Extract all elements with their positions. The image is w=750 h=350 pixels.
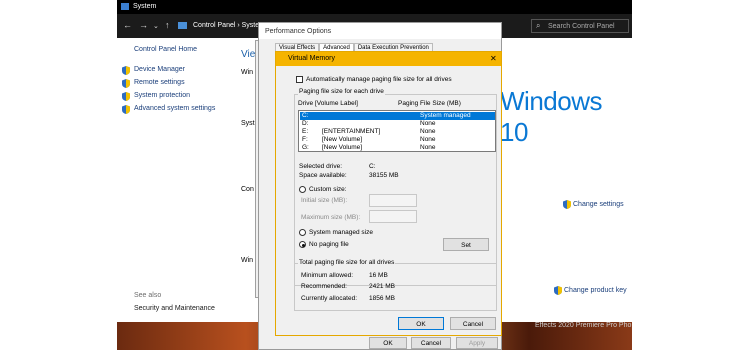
- section-heading-activation: Win: [241, 257, 254, 264]
- section-heading-edition: Win: [241, 69, 254, 76]
- drive-paging-size: None: [420, 136, 436, 143]
- table-row[interactable]: F: [New Volume] None: [300, 136, 495, 144]
- selected-drive-label: Selected drive:: [299, 163, 342, 170]
- window-title: System: [133, 3, 157, 10]
- system-managed-label: System managed size: [309, 229, 373, 236]
- drive-letter: D:: [302, 120, 309, 127]
- total-group-label: Total paging file size for all drives: [298, 259, 396, 266]
- cancel-button[interactable]: Cancel: [450, 317, 496, 330]
- min-allowed-label: Minimum allowed:: [301, 272, 354, 279]
- change-settings-link[interactable]: Change settings: [573, 201, 624, 208]
- control-panel-titlebar: System: [117, 0, 632, 14]
- shield-icon: [122, 79, 130, 90]
- chevron-down-icon[interactable]: ⌄: [153, 22, 159, 30]
- currently-allocated-label: Currently allocated:: [301, 295, 357, 302]
- breadcrumb[interactable]: Control Panel › System: [193, 22, 265, 29]
- back-icon[interactable]: ←: [123, 20, 132, 30]
- custom-size-label: Custom size:: [309, 186, 347, 193]
- size-column-header: Paging File Size (MB): [398, 100, 461, 107]
- initial-size-label: Initial size (MB):: [301, 197, 348, 204]
- space-available-value: 38155 MB: [369, 172, 399, 179]
- shield-icon: [122, 66, 130, 77]
- drive-letter: F:: [302, 136, 308, 143]
- close-icon[interactable]: ✕: [490, 54, 497, 63]
- recommended-value: 2421 MB: [369, 283, 396, 290]
- virtual-memory-titlebar: Virtual Memory ✕: [276, 52, 501, 66]
- table-row[interactable]: C: System managed: [300, 112, 495, 120]
- search-icon: ⌕: [536, 21, 541, 30]
- auto-manage-label: Automatically manage paging file size fo…: [306, 76, 452, 83]
- perf-ok-button[interactable]: OK: [369, 337, 407, 349]
- virtual-memory-dialog: Virtual Memory ✕ Automatically manage pa…: [275, 51, 502, 336]
- auto-manage-checkbox[interactable]: [296, 76, 303, 83]
- performance-options-title: Performance Options: [265, 28, 332, 35]
- perf-apply-button[interactable]: Apply: [456, 337, 498, 349]
- windows-10-logo-text: Windows 10: [500, 86, 602, 147]
- change-product-key-link[interactable]: Change product key: [564, 287, 627, 294]
- min-allowed-value: 16 MB: [369, 272, 388, 279]
- drive-label: [New Volume]: [322, 136, 363, 143]
- system-managed-radio[interactable]: [299, 229, 306, 236]
- recommended-label: Recommended:: [301, 283, 347, 290]
- virtual-memory-title: Virtual Memory: [288, 55, 335, 62]
- drive-column-header: Drive [Volume Label]: [298, 100, 358, 107]
- control-panel-icon: [178, 22, 187, 29]
- page-heading: Vie: [241, 49, 256, 60]
- drive-paging-size: System managed: [420, 112, 471, 119]
- drive-label: [New Volume]: [322, 144, 363, 151]
- no-paging-radio[interactable]: [299, 241, 306, 248]
- search-input[interactable]: Search Control Panel: [531, 19, 629, 33]
- control-panel-home-link[interactable]: Control Panel Home: [134, 46, 197, 53]
- section-heading-computer: Con: [241, 186, 254, 193]
- security-maintenance-link[interactable]: Security and Maintenance: [134, 305, 215, 312]
- sidebar-item-remote-settings[interactable]: Remote settings: [134, 79, 185, 86]
- maximum-size-field[interactable]: [369, 210, 417, 223]
- shield-icon: [122, 105, 130, 116]
- maximum-size-label: Maximum size (MB):: [301, 214, 361, 221]
- sidebar-item-system-protection[interactable]: System protection: [134, 92, 190, 99]
- table-row[interactable]: D: None: [300, 120, 495, 128]
- initial-size-field[interactable]: [369, 194, 417, 207]
- shield-icon: [563, 200, 571, 211]
- ok-button[interactable]: OK: [398, 317, 444, 330]
- drive-label: [ENTERTAINMENT]: [322, 128, 381, 135]
- see-also-label: See also: [134, 292, 162, 299]
- shield-icon: [554, 286, 562, 297]
- perf-cancel-button[interactable]: Cancel: [411, 337, 451, 349]
- forward-icon[interactable]: →: [139, 20, 148, 30]
- drive-paging-size: None: [420, 128, 436, 135]
- drive-letter: C:: [302, 112, 309, 119]
- drive-letter: E:: [302, 128, 309, 135]
- set-button[interactable]: Set: [443, 238, 489, 251]
- table-row[interactable]: G: [New Volume] None: [300, 144, 495, 152]
- sidebar-item-device-manager[interactable]: Device Manager: [134, 66, 185, 73]
- drive-list[interactable]: C: System managed D: None E: [ENTERTAINM…: [298, 110, 496, 152]
- no-paging-label: No paging file: [309, 241, 349, 248]
- system-app-icon: [121, 3, 129, 10]
- shield-icon: [122, 92, 130, 103]
- section-heading-system: Syst: [241, 120, 255, 127]
- drive-paging-size: None: [420, 120, 436, 127]
- paging-group-label: Paging file size for each drive: [298, 88, 385, 95]
- custom-size-radio[interactable]: [299, 186, 306, 193]
- table-row[interactable]: E: [ENTERTAINMENT] None: [300, 128, 495, 136]
- performance-options-titlebar: Performance Options: [259, 23, 501, 39]
- up-icon[interactable]: ↑: [165, 20, 170, 30]
- currently-allocated-value: 1856 MB: [369, 295, 396, 302]
- space-available-label: Space available:: [299, 172, 347, 179]
- sidebar-item-advanced-system-settings[interactable]: Advanced system settings: [134, 105, 215, 112]
- drive-paging-size: None: [420, 144, 436, 151]
- taskbar-app-labels: Effects 2020 Premiere Pro Pho: [535, 322, 632, 329]
- control-panel-sidebar: Control Panel Home Device Manager Remote…: [117, 38, 239, 322]
- drive-letter: G:: [302, 144, 309, 151]
- selected-drive-value: C:: [369, 163, 376, 170]
